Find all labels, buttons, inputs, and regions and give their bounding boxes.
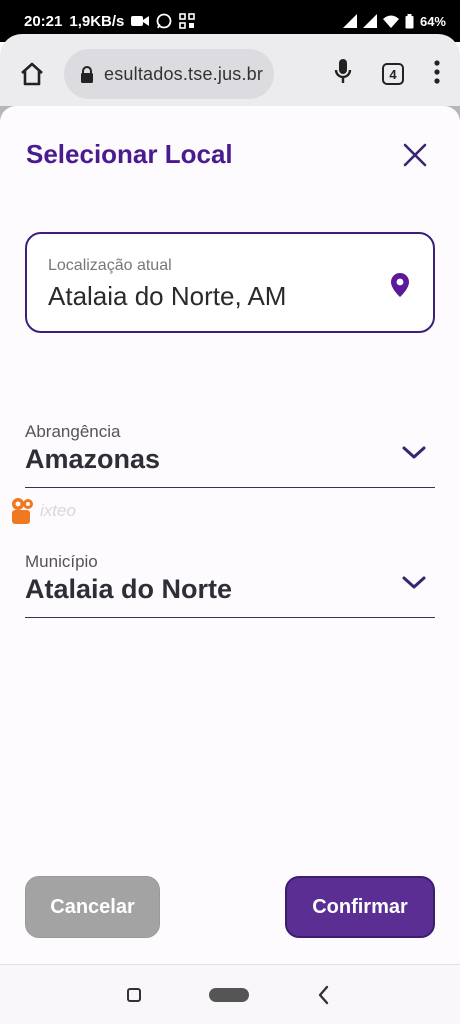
watermark: ixteo [10,496,76,526]
back-icon[interactable] [316,984,330,1006]
confirm-button[interactable]: Confirmar [285,876,435,938]
scope-select[interactable]: Abrangência Amazonas [25,422,435,488]
select-location-sheet: Selecionar Local Localização atual Atala… [0,106,460,964]
status-time: 20:21 [24,12,63,30]
qr-icon [179,13,196,29]
municipality-value: Atalaia do Norte [25,574,233,604]
scope-value: Amazonas [25,444,161,474]
close-button[interactable] [400,140,430,170]
municipality-label: Município [25,552,98,571]
page-title: Selecionar Local [26,139,233,169]
home-icon [21,62,43,86]
mic-icon [334,58,352,83]
current-location-label: Localização atual [48,257,172,274]
chevron-down-icon[interactable] [401,574,427,592]
mic-button[interactable] [334,58,352,91]
location-pin-icon[interactable] [389,272,411,298]
tabs-button[interactable]: 4 [382,63,404,85]
current-location-card[interactable]: Localização atual Atalaia do Norte, AM [25,232,435,333]
recents-button[interactable] [127,988,141,1002]
signal-icon [342,14,357,28]
wifi-icon [382,15,399,28]
camera-logo-icon [12,498,33,524]
url-text: esultados.tse.jus.br [104,63,264,84]
chevron-down-icon[interactable] [401,444,427,462]
current-location-value: Atalaia do Norte, AM [48,281,287,311]
address-bar[interactable]: esultados.tse.jus.br [64,49,274,99]
video-icon [131,15,150,27]
close-icon [403,143,427,167]
browser-toolbar: esultados.tse.jus.br 4 [0,34,460,114]
lock-icon [81,65,93,83]
whatsapp-icon [156,13,172,29]
home-button[interactable] [14,56,50,92]
status-speed: 1,9KB/s [69,12,125,30]
scope-label: Abrangência [25,422,121,441]
battery-percent: 64% [419,13,446,29]
home-gesture-pill[interactable] [209,988,249,1002]
battery-icon [405,13,414,29]
more-vert-icon [434,59,440,84]
system-nav-bar [0,964,460,1024]
municipality-select[interactable]: Município Atalaia do Norte [25,552,435,618]
watermark-text: ixteo [40,501,76,520]
signal-icon-2 [362,14,377,28]
cancel-button[interactable]: Cancelar [25,876,160,938]
more-options-button[interactable] [434,59,440,89]
